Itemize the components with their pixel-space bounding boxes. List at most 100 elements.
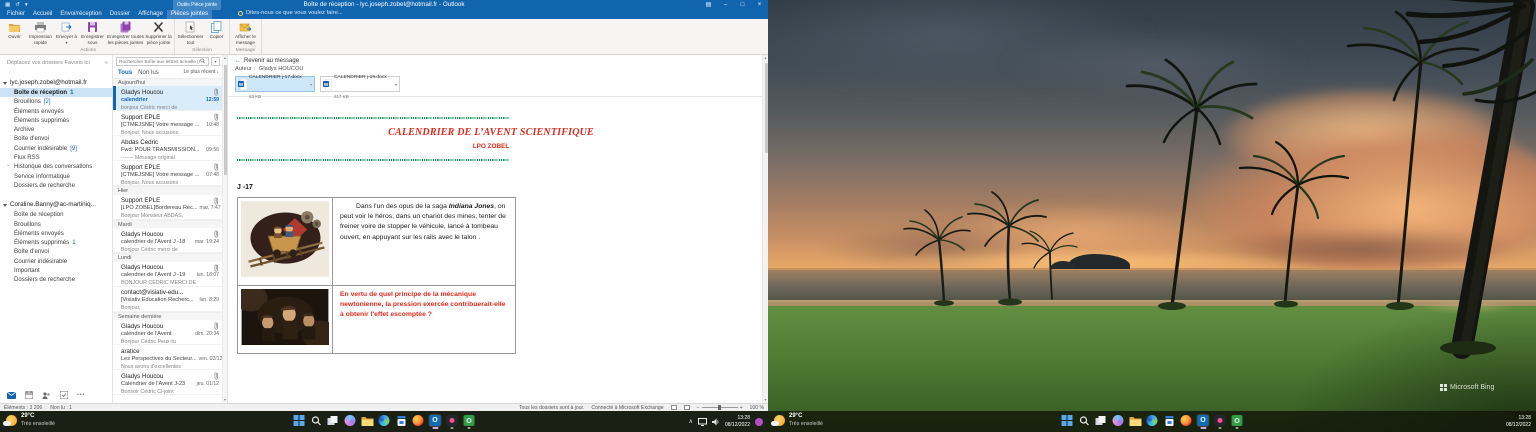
group-header[interactable]: Lundi xyxy=(113,253,227,262)
folder-item[interactable]: Boîte de réception 1 xyxy=(0,88,112,97)
folder-item[interactable]: Éléments supprimés xyxy=(0,116,112,125)
mail-list-item[interactable]: Support EPLE [CTMEJSNE] Votre message ..… xyxy=(113,161,227,186)
mail-list-item[interactable]: Gladys Houcou calendrier de l'Avent J -1… xyxy=(113,262,227,287)
folder-item[interactable]: Service Informatique xyxy=(0,172,112,181)
folder-item[interactable]: Important xyxy=(0,266,112,275)
chip-dropdown-icon[interactable]: ▾ xyxy=(395,82,397,87)
group-header[interactable]: Semaine dernière xyxy=(113,312,227,321)
zoom-thumb[interactable] xyxy=(718,405,721,410)
quick-print-button[interactable]: Impression rapide xyxy=(26,20,55,47)
folder-item[interactable]: Boîte d'envoi xyxy=(0,134,112,143)
ribbon-tab[interactable]: Pièces jointes xyxy=(167,10,212,19)
volume-icon[interactable] xyxy=(712,418,720,426)
ribbon-display-options-icon[interactable]: ▤ xyxy=(700,0,717,10)
tell-me-box[interactable]: Dites-nous ce que vous voulez faire... xyxy=(238,10,343,16)
zoom-slider[interactable]: − + xyxy=(697,405,743,411)
open-button[interactable]: Ouvrir xyxy=(3,20,26,47)
ribbon-tab[interactable]: Envoi/réception xyxy=(56,10,105,19)
mail-list-item[interactable]: Gladys Houcou calendrier de l'Avent J -1… xyxy=(113,228,227,253)
mail-list-item[interactable]: contact@visiativ-edu... [Visiativ Educat… xyxy=(113,287,227,312)
pinned-app-button[interactable] xyxy=(446,414,459,427)
edge-button[interactable] xyxy=(378,414,391,427)
mail-list-item[interactable]: Support EPLE [LPO ZOBEL]Bordereau Réc...… xyxy=(113,195,227,220)
mail-list-item[interactable]: Gladys Houcou calendrier de l'Avent dim.… xyxy=(113,320,227,345)
edge-button[interactable] xyxy=(1146,414,1159,427)
minimize-button[interactable]: – xyxy=(717,0,734,10)
outlook-taskbar-button[interactable]: O xyxy=(1197,414,1210,427)
account-header[interactable]: lyc.joseph.zobel@hotmail.fr xyxy=(0,78,112,88)
start-button[interactable] xyxy=(1061,414,1074,427)
reading-view-icon[interactable] xyxy=(671,405,677,410)
group-header[interactable]: Hier xyxy=(113,186,227,195)
save-as-button[interactable]: Enregistrer sous xyxy=(78,20,107,47)
task-view-button[interactable] xyxy=(1095,414,1108,427)
file-explorer-button[interactable] xyxy=(361,414,374,427)
attachment-chip[interactable]: W CALENDRIER j-19.docx 217 KB ▾ xyxy=(320,76,400,92)
ribbon-tab[interactable]: Dossier xyxy=(106,10,134,19)
group-header[interactable]: Aujourd'hui xyxy=(113,78,227,87)
folder-item[interactable]: Boîte d'envoi xyxy=(0,247,112,256)
clock[interactable]: 13:28 08/12/2022 xyxy=(725,415,750,428)
show-message-button[interactable]: Afficher le message xyxy=(231,20,260,47)
search-scope-dropdown[interactable]: ▾ xyxy=(211,57,220,66)
folder-item[interactable]: Dossiers de recherche xyxy=(0,181,112,190)
mail-list-item[interactable]: Gladys Houcou calendrier 12:59 bonjo xyxy=(113,86,227,111)
tab-all[interactable]: Tous xyxy=(118,69,132,76)
hidden-icons-chevron-icon[interactable]: ∧ xyxy=(689,418,693,425)
folder-item[interactable]: › Historique des conversations xyxy=(0,162,112,171)
display-cast-icon[interactable] xyxy=(698,418,707,426)
close-button[interactable]: × xyxy=(751,0,768,10)
back-to-message[interactable]: ← Revenir au message xyxy=(228,55,768,65)
scrollbar-thumb[interactable] xyxy=(224,65,227,175)
expand-icon[interactable]: › xyxy=(7,162,9,171)
firefox-button[interactable] xyxy=(1180,414,1193,427)
folder-item[interactable]: Brouillons xyxy=(0,220,112,229)
mail-list-item[interactable]: Support EPLE [CTMEJSNE] Votre message ..… xyxy=(113,111,227,136)
store-button[interactable] xyxy=(1163,414,1176,427)
ribbon-tab[interactable]: Affichage xyxy=(134,10,167,19)
pinned-app-green-button[interactable] xyxy=(463,414,476,427)
folder-item[interactable]: Éléments envoyés xyxy=(0,107,112,116)
pinned-app-button[interactable] xyxy=(1214,414,1227,427)
weather-widget[interactable]: 29°C Très ensoleillé xyxy=(6,413,55,427)
search-input[interactable] xyxy=(119,59,200,64)
select-all-button[interactable]: Sélectionner tout xyxy=(176,20,205,47)
layout-view-icon[interactable] xyxy=(684,405,690,410)
firefox-button[interactable] xyxy=(412,414,425,427)
start-button[interactable] xyxy=(293,414,306,427)
group-header[interactable]: Mardi xyxy=(113,220,227,229)
mail-list-item[interactable]: aratice Les Perspectives du Secteur... v… xyxy=(113,345,227,370)
calendar-nav-icon[interactable] xyxy=(25,391,33,399)
collapse-pane-icon[interactable]: « xyxy=(105,60,108,66)
copilot-button[interactable] xyxy=(1112,414,1125,427)
sort-control[interactable]: Le plus récent ↓ xyxy=(183,69,219,75)
ribbon-tab[interactable]: Fichier xyxy=(3,10,29,19)
folder-item[interactable]: Courrier indésirable [9] xyxy=(0,144,112,153)
clock[interactable]: 13:28 08/12/2022 xyxy=(1506,415,1531,428)
folder-item[interactable]: Brouillons [2] xyxy=(0,97,112,106)
chip-dropdown-icon[interactable]: ▾ xyxy=(310,82,312,87)
store-button[interactable] xyxy=(395,414,408,427)
folder-item[interactable]: Courrier indésirable xyxy=(0,257,112,266)
folder-item[interactable]: Éléments supprimés 1 xyxy=(0,238,112,247)
send-to-button[interactable]: Envoyer à ▾ xyxy=(55,20,78,47)
file-explorer-button[interactable] xyxy=(1129,414,1142,427)
tab-unread[interactable]: Non lus xyxy=(138,69,159,76)
copilot-button[interactable] xyxy=(344,414,357,427)
copy-button[interactable]: Copier xyxy=(205,20,228,47)
mail-nav-icon[interactable] xyxy=(7,392,16,399)
scroll-up-icon[interactable]: ▲ xyxy=(223,55,227,61)
people-nav-icon[interactable] xyxy=(42,392,51,399)
restore-button[interactable]: □ xyxy=(734,0,751,10)
scroll-down-icon[interactable]: ▼ xyxy=(223,397,227,403)
search-button[interactable] xyxy=(310,414,323,427)
account-header[interactable]: Coraline.Banny@ac-martiniq... xyxy=(0,200,112,210)
more-nav-icon[interactable]: ••• xyxy=(77,392,85,398)
pinned-app-green-button[interactable] xyxy=(1231,414,1244,427)
mail-list-item[interactable]: Gladys Houcou Calendrier de l'Avent J-23… xyxy=(113,370,227,395)
tasks-nav-icon[interactable] xyxy=(60,391,68,399)
outlook-taskbar-button[interactable]: O xyxy=(429,414,442,427)
folder-item[interactable]: Flux RSS xyxy=(0,153,112,162)
folder-item[interactable]: Archive xyxy=(0,125,112,134)
list-scrollbar[interactable]: ▲ ▼ xyxy=(222,55,227,403)
